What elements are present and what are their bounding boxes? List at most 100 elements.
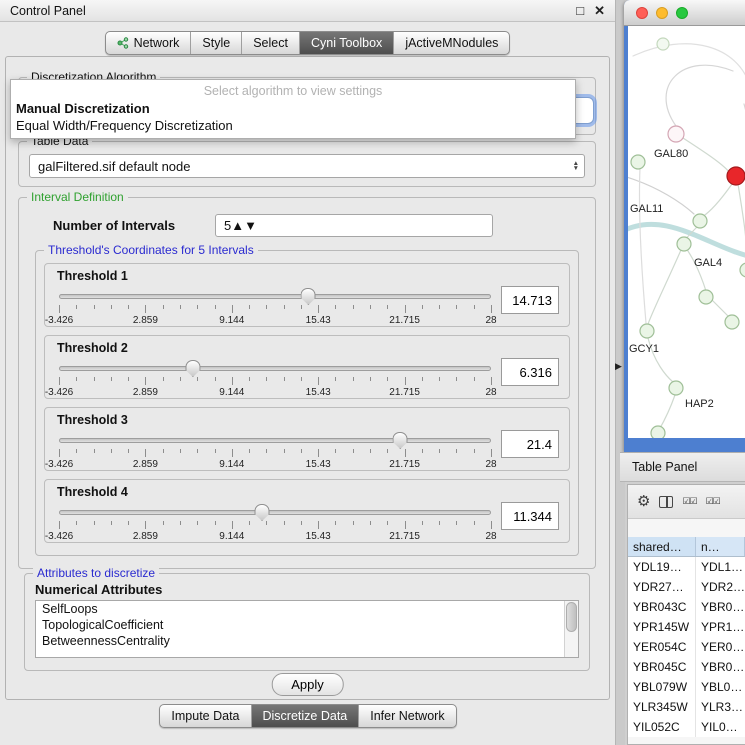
numerical-attributes-list[interactable]: SelfLoopsTopologicalCoefficientBetweenne… (35, 600, 579, 658)
close-panel-icon[interactable]: ✕ (594, 3, 605, 19)
network-node[interactable] (668, 126, 684, 142)
tab-impute-data[interactable]: Impute Data (160, 705, 250, 727)
tick-mark (232, 449, 233, 457)
tab-infer-network[interactable]: Infer Network (358, 705, 455, 727)
column-header-shared-name[interactable]: shared… (628, 537, 696, 556)
control-panel-titlebar: Control Panel □ ✕ (0, 0, 615, 22)
float-window-icon[interactable]: □ (576, 3, 584, 19)
zoom-window-icon[interactable] (676, 7, 688, 19)
network-node[interactable] (677, 237, 691, 251)
table-row[interactable]: YBL079WYBL0… (628, 677, 745, 697)
network-icon (117, 37, 129, 49)
slider-track[interactable] (59, 510, 491, 515)
scale-label: 2.859 (133, 315, 158, 326)
tick-mark (318, 449, 319, 457)
tick-mark (266, 377, 267, 381)
threshold-2-slider[interactable]: -3.4262.8599.14415.4321.71528 (59, 358, 491, 398)
table-row[interactable]: YDR27…YDR2… (628, 577, 745, 597)
network-node[interactable] (740, 263, 745, 277)
column-header-name[interactable]: n… (696, 537, 745, 556)
slider-thumb[interactable] (301, 288, 316, 305)
table-cell: YBL0… (696, 677, 745, 697)
slider-thumb[interactable] (185, 360, 200, 377)
table-row[interactable]: YBR043CYBR0… (628, 597, 745, 617)
close-window-icon[interactable] (636, 7, 648, 19)
network-node[interactable] (651, 426, 665, 438)
hide-columns-icon[interactable]: ☑☑ (706, 496, 720, 507)
threshold-3-value-field[interactable] (501, 430, 559, 458)
tick-mark (266, 521, 267, 525)
tick-mark (215, 377, 216, 381)
threshold-label: Threshold 4 (57, 485, 559, 499)
threshold-1-value-field[interactable] (501, 286, 559, 314)
attributes-group: Attributes to discretize Numerical Attri… (24, 573, 590, 671)
tab-style-label: Style (202, 36, 230, 50)
number-of-intervals-combobox[interactable]: 5 ▲▼ (215, 214, 493, 237)
slider-track[interactable] (59, 294, 491, 299)
network-node[interactable] (669, 381, 683, 395)
tick-mark (387, 305, 388, 309)
number-of-intervals-value: 5 (224, 218, 231, 233)
table-row[interactable]: YDL19…YDL1… (628, 557, 745, 577)
scale-label: 15.43 (306, 531, 331, 542)
tick-mark (370, 305, 371, 309)
network-canvas[interactable]: GAL80 GAL11 GAL4 GCY1 HAP2 (628, 26, 745, 438)
option-equal-width-frequency[interactable]: Equal Width/Frequency Discretization (11, 117, 575, 138)
table-cell: YLR345W (628, 697, 696, 717)
network-node[interactable] (640, 324, 654, 338)
option-manual-discretization[interactable]: Manual Discretization (11, 100, 575, 117)
table-row[interactable]: YLR345WYLR3… (628, 697, 745, 717)
table-row[interactable]: YER054CYER0… (628, 637, 745, 657)
table-row[interactable]: YPR145WYPR1… (628, 617, 745, 637)
scale-label: 2.859 (133, 459, 158, 470)
attribute-list-item[interactable]: SelfLoops (36, 601, 578, 617)
columns-icon[interactable] (659, 496, 673, 508)
table-data-combobox[interactable]: galFiltered.sif default node ▲▼ (29, 154, 585, 178)
tab-select[interactable]: Select (241, 32, 299, 54)
threshold-1-slider[interactable]: -3.4262.8599.14415.4321.71528 (59, 286, 491, 326)
minimize-window-icon[interactable] (656, 7, 668, 19)
threshold-4-value-field[interactable] (501, 502, 559, 530)
slider-thumb[interactable] (393, 432, 408, 449)
threshold-2-value-field[interactable] (501, 358, 559, 386)
scale-label: 28 (485, 387, 496, 398)
list-scrollbar[interactable] (564, 601, 578, 657)
scale-label: 9.144 (219, 315, 244, 326)
tick-mark (491, 305, 492, 313)
network-node[interactable] (725, 315, 739, 329)
network-node[interactable] (699, 290, 713, 304)
table-row[interactable]: YBR045CYBR0… (628, 657, 745, 677)
apply-button[interactable]: Apply (271, 673, 344, 696)
network-node-selected[interactable] (727, 167, 745, 185)
scale-label: 9.144 (219, 459, 244, 470)
splitter-collapse-icon[interactable]: ▶ (615, 361, 622, 372)
tab-network[interactable]: Network (106, 32, 191, 54)
tick-mark (249, 521, 250, 525)
threshold-3-slider[interactable]: -3.4262.8599.14415.4321.71528 (59, 430, 491, 470)
tab-style[interactable]: Style (190, 32, 241, 54)
threshold-4-slider[interactable]: -3.4262.8599.14415.4321.71528 (59, 502, 491, 542)
scale-label: 9.144 (219, 531, 244, 542)
network-node[interactable] (631, 155, 645, 169)
tab-cyni-toolbox[interactable]: Cyni Toolbox (299, 32, 393, 54)
attribute-list-item[interactable]: BetweennessCentrality (36, 633, 578, 649)
network-node[interactable] (657, 38, 669, 50)
gear-icon[interactable]: ⚙ (637, 494, 650, 509)
table-data-value: galFiltered.sif default node (38, 159, 190, 174)
select-columns-icon[interactable]: ☑☑ (682, 496, 696, 507)
table-row[interactable]: YIL052CYIL0… (628, 717, 745, 737)
tab-discretize-data[interactable]: Discretize Data (251, 705, 359, 727)
slider-thumb[interactable] (255, 504, 270, 521)
slider-track[interactable] (59, 438, 491, 443)
slider-track[interactable] (59, 366, 491, 371)
list-scrollbar-thumb[interactable] (566, 602, 577, 632)
attribute-list-item[interactable]: TopologicalCoefficient (36, 617, 578, 633)
tick-mark (284, 377, 285, 381)
tick-mark (353, 449, 354, 453)
tick-mark (474, 377, 475, 381)
tab-jactivemnodules[interactable]: jActiveMNodules (393, 32, 509, 54)
table-cell: YBR045C (628, 657, 696, 677)
tick-mark (111, 449, 112, 453)
network-node[interactable] (693, 214, 707, 228)
scale-label: 28 (485, 315, 496, 326)
